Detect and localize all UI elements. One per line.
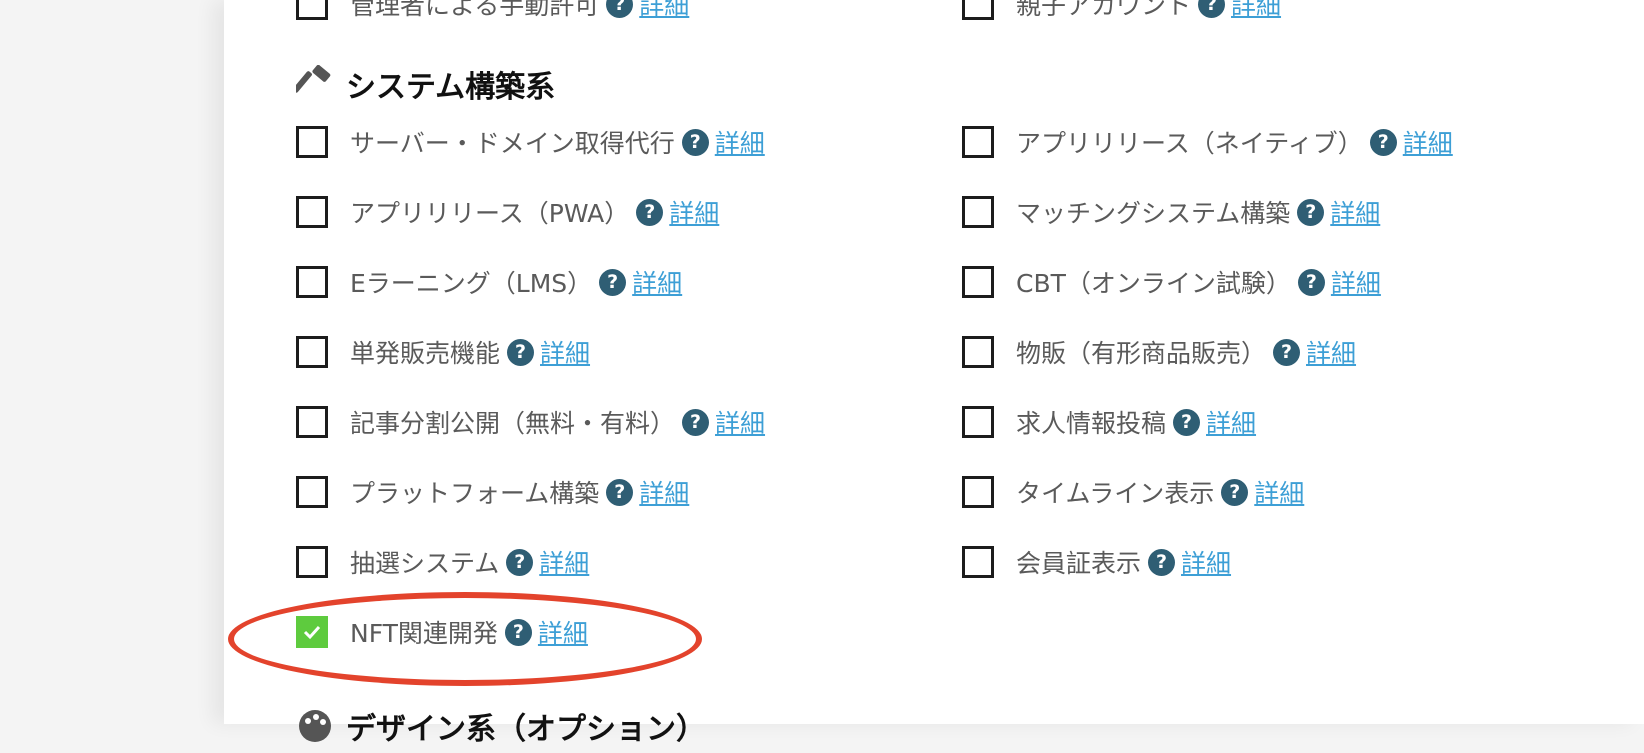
checkbox[interactable] (962, 546, 994, 578)
help-icon[interactable]: ? (1148, 548, 1176, 576)
help-icon[interactable]: ? (507, 338, 535, 366)
option-row[interactable]: 求人情報投稿? 詳細 (962, 404, 1256, 440)
help-icon[interactable]: ? (606, 0, 634, 18)
checkbox[interactable] (296, 266, 328, 298)
detail-link[interactable]: 詳細 (1254, 474, 1304, 510)
help-icon[interactable]: ? (1297, 268, 1325, 296)
option-label: アプリリリース（PWA） (350, 199, 630, 228)
option-row[interactable]: アプリリリース（ネイティブ）? 詳細 (962, 124, 1453, 160)
option-label: 抽選システム (350, 549, 500, 578)
help-icon[interactable]: ? (1173, 408, 1201, 436)
detail-link[interactable]: 詳細 (1403, 124, 1453, 160)
detail-link[interactable]: 詳細 (639, 474, 689, 510)
option-label: 会員証表示 (1016, 549, 1142, 578)
option-row[interactable]: マッチングシステム構築? 詳細 (962, 194, 1380, 230)
checkbox[interactable] (962, 476, 994, 508)
checkbox[interactable] (962, 126, 994, 158)
checkbox[interactable] (962, 0, 994, 20)
help-icon[interactable]: ? (682, 408, 710, 436)
help-icon[interactable]: ? (1273, 338, 1301, 366)
detail-link[interactable]: 詳細 (1330, 194, 1380, 230)
detail-link[interactable]: 詳細 (1331, 264, 1381, 300)
checkbox[interactable] (962, 336, 994, 368)
section-title-design: デザイン系（オプション） (296, 704, 706, 748)
highlight-circle (228, 592, 702, 686)
checkbox[interactable] (962, 406, 994, 438)
detail-link[interactable]: 詳細 (1181, 544, 1231, 580)
help-icon[interactable]: ? (1369, 128, 1397, 156)
option-row[interactable]: Eラーニング（LMS）? 詳細 (296, 264, 682, 300)
detail-link[interactable]: 詳細 (1206, 404, 1256, 440)
detail-link[interactable]: 詳細 (715, 404, 765, 440)
palette-icon (296, 707, 334, 745)
option-label: CBT（オンライン試験） (1016, 269, 1291, 298)
option-parent-child-account[interactable]: 親子アカウント ? 詳細 (962, 0, 1281, 22)
option-label: プラットフォーム構築 (350, 479, 600, 508)
option-label: マッチングシステム構築 (1016, 199, 1291, 228)
checkbox[interactable] (296, 336, 328, 368)
option-manual-approval[interactable]: 管理者による手動許可 ? 詳細 (296, 0, 689, 22)
help-icon[interactable]: ? (636, 198, 664, 226)
help-icon[interactable]: ? (1297, 198, 1325, 226)
detail-link[interactable]: 詳細 (639, 0, 689, 22)
detail-link[interactable]: 詳細 (540, 334, 590, 370)
detail-link[interactable]: 詳細 (1231, 0, 1281, 22)
detail-link[interactable]: 詳細 (669, 194, 719, 230)
option-label: 親子アカウント (1016, 0, 1192, 20)
checkbox[interactable] (296, 476, 328, 508)
option-row[interactable]: 記事分割公開（無料・有料）? 詳細 (296, 404, 765, 440)
help-icon[interactable]: ? (599, 268, 627, 296)
help-icon[interactable]: ? (506, 548, 534, 576)
section-title-text: システム構築系 (346, 70, 556, 105)
option-row[interactable]: プラットフォーム構築? 詳細 (296, 474, 689, 510)
detail-link[interactable]: 詳細 (1306, 334, 1356, 370)
option-row[interactable]: 物販（有形商品販売）? 詳細 (962, 334, 1356, 370)
option-label: タイムライン表示 (1016, 479, 1215, 508)
checkbox[interactable] (296, 0, 328, 20)
option-row[interactable]: 抽選システム? 詳細 (296, 544, 589, 580)
option-label: アプリリリース（ネイティブ） (1016, 129, 1363, 158)
option-row[interactable]: CBT（オンライン試験）? 詳細 (962, 264, 1381, 300)
option-row[interactable]: アプリリリース（PWA）? 詳細 (296, 194, 719, 230)
section-title-system: システム構築系 (292, 62, 556, 106)
option-label: 記事分割公開（無料・有料） (350, 409, 676, 438)
detail-link[interactable]: 詳細 (632, 264, 682, 300)
hammer-icon (292, 64, 334, 103)
checkbox[interactable] (962, 266, 994, 298)
option-label: 管理者による手動許可 (350, 0, 600, 20)
checkbox[interactable] (296, 196, 328, 228)
help-icon[interactable]: ? (1198, 0, 1226, 18)
checkbox[interactable] (296, 126, 328, 158)
help-icon[interactable]: ? (1221, 478, 1249, 506)
checkbox[interactable] (296, 406, 328, 438)
detail-link[interactable]: 詳細 (715, 124, 765, 160)
option-label: 物販（有形商品販売） (1016, 339, 1267, 368)
checkbox[interactable] (962, 196, 994, 228)
option-label: Eラーニング（LMS） (350, 269, 593, 298)
checkbox[interactable] (296, 546, 328, 578)
option-label: サーバー・ドメイン取得代行 (350, 129, 675, 158)
option-row[interactable]: 会員証表示? 詳細 (962, 544, 1231, 580)
help-icon[interactable]: ? (681, 128, 709, 156)
option-row[interactable]: サーバー・ドメイン取得代行? 詳細 (296, 124, 765, 160)
option-label: 求人情報投稿 (1016, 409, 1167, 438)
option-row[interactable]: タイムライン表示? 詳細 (962, 474, 1304, 510)
option-label: 単発販売機能 (350, 339, 501, 368)
option-row[interactable]: 単発販売機能? 詳細 (296, 334, 590, 370)
section-title-text: デザイン系（オプション） (346, 712, 706, 747)
help-icon[interactable]: ? (606, 478, 634, 506)
detail-link[interactable]: 詳細 (539, 544, 589, 580)
